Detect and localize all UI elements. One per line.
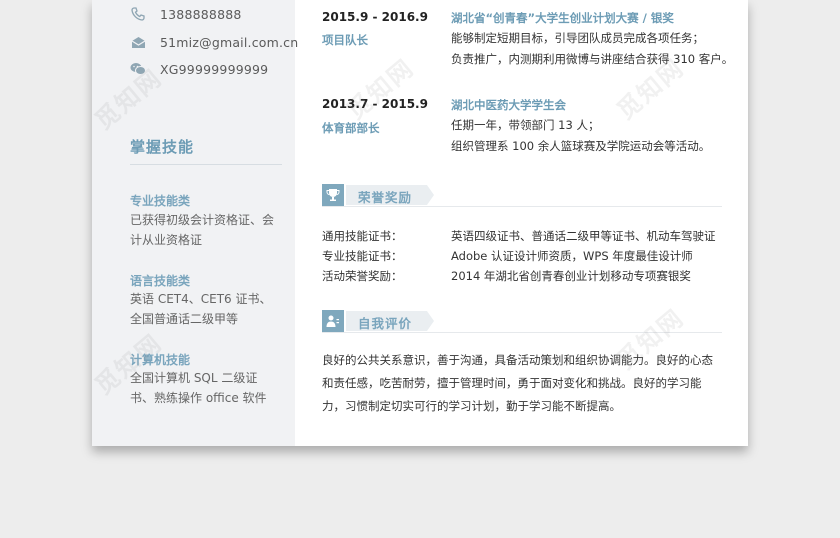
self-eval-heading: 自我评价 [358, 316, 413, 331]
experience-line: 负责推广，内测期利用微博与讲座结合获得 310 客户。 [451, 52, 734, 66]
experience-desc: 能够制定短期目标，引导团队成员完成各项任务； 负责推广，内测期利用微博与讲座结合… [451, 28, 733, 70]
experience-date: 2015.9 - 2016.9 [322, 10, 428, 24]
experience-org: 湖北中医药大学学生会 [451, 98, 566, 112]
award-value: 英语四级证书、普通话二级甲等证书、机动车驾驶证 [451, 229, 716, 243]
email-text: 51miz@gmail.com.cn [160, 34, 299, 50]
wechat-icon [130, 62, 146, 76]
award-label: 专业技能证书： [322, 249, 403, 263]
sidebar: 1388888888 51miz@gmail.com.cn XG99999999… [92, 0, 298, 446]
resume-page: 1388888888 51miz@gmail.com.cn XG99999999… [92, 0, 748, 446]
award-value: 2014 年湖北省创青春创业计划移动专项赛银奖 [451, 269, 691, 283]
experience-role: 项目队长 [322, 33, 368, 47]
awards-section-header: 荣誉奖励 [322, 184, 722, 207]
person-info-icon [322, 310, 344, 332]
trophy-icon [322, 184, 344, 206]
skill-category: 语言技能类 [130, 274, 191, 288]
experience-line: 任期一年，带领部门 13 人； [451, 118, 600, 132]
award-label: 活动荣誉奖励： [322, 269, 403, 283]
award-label: 通用技能证书： [322, 229, 403, 243]
phone-icon [130, 7, 146, 21]
section-rule [322, 332, 722, 333]
experience-org: 湖北省“创青春”大学生创业计划大赛 / 银奖 [451, 11, 674, 25]
contact-wechat: XG99999999999 [130, 59, 268, 79]
experience-line: 组织管理系 100 余人篮球赛及学院运动会等活动。 [451, 139, 711, 153]
skill-text: 英语 CET4、CET6 证书、全国普通话二级甲等 [130, 292, 272, 326]
skills-divider [130, 164, 282, 165]
experience-date: 2013.7 - 2015.9 [322, 97, 428, 111]
experience-desc: 任期一年，带领部门 13 人； 组织管理系 100 余人篮球赛及学院运动会等活动… [451, 115, 710, 157]
skills-heading: 掌握技能 [130, 138, 195, 156]
skill-category: 计算机技能 [130, 353, 191, 367]
self-eval-section-header: 自我评价 [322, 310, 722, 333]
self-eval-text: 良好的公共关系意识，善于沟通，具备活动策划和组织协调能力。良好的心态和责任感，吃… [322, 353, 713, 413]
experience-role: 体育部部长 [322, 121, 380, 135]
skill-category: 专业技能类 [130, 194, 191, 208]
wechat-text: XG99999999999 [160, 61, 269, 77]
skill-text: 已获得初级会计资格证、会计从业资格证 [130, 213, 275, 247]
contact-phone: 1388888888 [130, 4, 242, 24]
email-icon [130, 35, 146, 49]
skill-text: 全国计算机 SQL 二级证书、熟练操作 office 软件 [130, 371, 267, 405]
award-value: Adobe 认证设计师资质，WPS 年度最佳设计师 [451, 249, 693, 263]
section-rule [322, 206, 722, 207]
awards-heading: 荣誉奖励 [358, 190, 413, 205]
phone-text: 1388888888 [160, 6, 242, 22]
contact-email: 51miz@gmail.com.cn [130, 32, 298, 52]
experience-line: 能够制定短期目标，引导团队成员完成各项任务； [451, 31, 704, 45]
